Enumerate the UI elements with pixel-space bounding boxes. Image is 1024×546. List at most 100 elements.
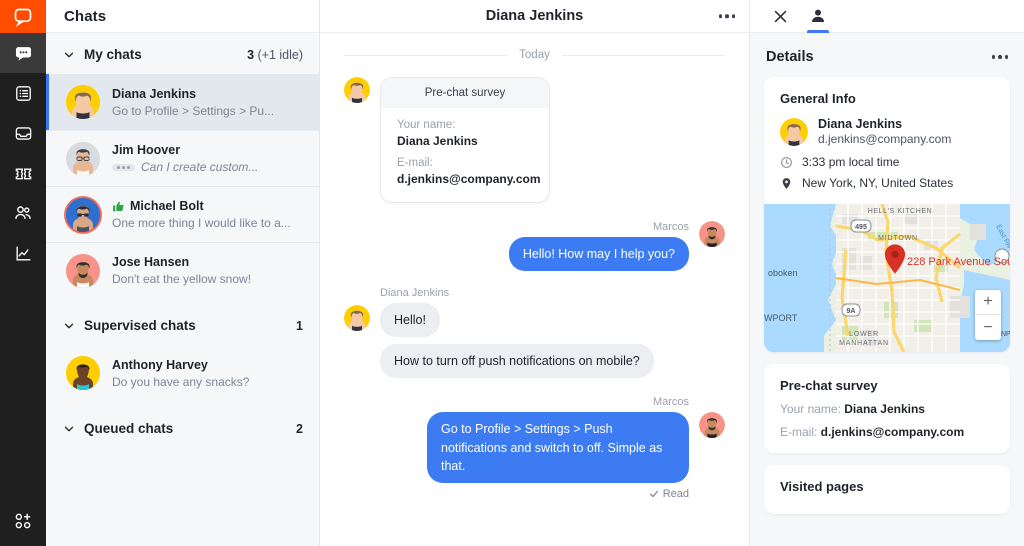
message-group-agent-2: Marcos Go to Profile > Settings > Push n… <box>344 396 725 499</box>
list-icon <box>14 84 33 103</box>
group-count-suffix: (+1 idle) <box>254 48 303 62</box>
rail-item-team[interactable] <box>0 193 46 233</box>
chat-list-item-jose-hansen[interactable]: Jose Hansen Don't eat the yellow snow! <box>46 242 319 298</box>
map-zoom-in-button[interactable]: + <box>975 290 1001 315</box>
conversation-panel: Diana Jenkins Today Pre-chat survey Your… <box>320 0 750 546</box>
message-stack: Marcos Hello! How may I help you? <box>509 221 689 271</box>
tab-customer-details[interactable] <box>802 0 834 33</box>
avatar <box>344 305 370 331</box>
rail-item-chats[interactable] <box>0 33 46 73</box>
map-zoom-out-button[interactable]: − <box>975 315 1001 340</box>
chat-list-item-jim-hoover[interactable]: Jim Hoover Can I create custom... <box>46 130 319 186</box>
map-graphic: 495 9A HELL'S KITCHEN MIDTOWN oboken WPO… <box>764 204 1010 352</box>
status-badge: Read <box>427 488 689 500</box>
chat-item-snippet: Do you have any snacks? <box>112 375 305 389</box>
pre-chat-survey-body: Pre-chat survey Your name: Diana Jenkins… <box>764 364 1010 453</box>
livechat-logo-icon[interactable] <box>0 0 46 33</box>
more-horizontal-icon[interactable] <box>992 55 1009 59</box>
avatar <box>780 118 808 146</box>
general-info-body: General Info Diana Jenkins d.jenkins@com… <box>764 77 1010 204</box>
avatar <box>66 356 100 390</box>
avatar <box>66 85 100 119</box>
conversation-header: Diana Jenkins <box>320 0 749 33</box>
svg-text:NP: NP <box>1001 331 1010 338</box>
svg-text:HELL'S KITCHEN: HELL'S KITCHEN <box>868 208 933 215</box>
group-label: Queued chats <box>84 421 296 436</box>
rail-item-apps[interactable] <box>0 496 46 546</box>
rail-spacer <box>0 273 46 496</box>
message-group-survey: Pre-chat survey Your name: Diana Jenkins… <box>344 77 725 203</box>
survey-line-value: Diana Jenkins <box>844 402 925 416</box>
chat-bubble-icon <box>14 44 33 63</box>
general-info-card: General Info Diana Jenkins d.jenkins@com… <box>764 77 1010 352</box>
message-list[interactable]: Today Pre-chat survey Your name: Diana J… <box>320 33 749 546</box>
chat-item-snippet: Can I create custom... <box>141 160 258 174</box>
group-header-queued-chats[interactable]: Queued chats 2 <box>46 401 319 448</box>
chevron-down-icon <box>62 422 76 436</box>
chat-item-name: Jim Hoover <box>112 143 305 157</box>
survey-card-body: Your name: Diana Jenkins E-mail: d.jenki… <box>381 108 549 202</box>
group-count: 1 <box>296 319 303 333</box>
status-label: Read <box>663 488 689 500</box>
message-bubble[interactable]: How to turn off push notifications on mo… <box>380 344 654 378</box>
day-label: Today <box>519 49 550 61</box>
message-sender: Marcos <box>427 396 689 408</box>
survey-field-value: d.jenkins@company.com <box>397 172 533 186</box>
thumbs-up-icon <box>112 200 125 213</box>
inbox-icon <box>14 124 33 143</box>
chat-item-snippet-wrap: Can I create custom... <box>112 160 305 174</box>
message-sender: Marcos <box>509 221 689 233</box>
ticket-icon <box>14 164 33 183</box>
close-icon[interactable] <box>764 0 796 33</box>
location-map[interactable]: 495 9A HELL'S KITCHEN MIDTOWN oboken WPO… <box>764 204 1010 352</box>
message-bubble[interactable]: Hello! <box>380 303 440 337</box>
group-header-supervised-chats[interactable]: Supervised chats 1 <box>46 298 319 345</box>
more-horizontal-icon[interactable] <box>719 14 736 18</box>
map-pin-icon <box>780 177 793 190</box>
chevron-down-icon <box>62 319 76 333</box>
message-bubble[interactable]: Hello! How may I help you? <box>509 237 689 271</box>
chat-list-item-michael-bolt[interactable]: Michael Bolt One more thing I would like… <box>46 186 319 242</box>
survey-line-value: d.jenkins@company.com <box>821 425 965 439</box>
group-header-my-chats[interactable]: My chats 3 (+1 idle) <box>46 33 319 74</box>
conversation-title: Diana Jenkins <box>486 8 584 24</box>
avatar <box>344 77 370 103</box>
rail-item-reports[interactable] <box>0 233 46 273</box>
chevron-down-icon <box>62 48 76 62</box>
pre-chat-survey-card: Pre-chat survey Your name: Diana Jenkins… <box>380 77 550 203</box>
chat-item-name: Diana Jenkins <box>112 87 305 101</box>
chat-item-meta: Diana Jenkins Go to Profile > Settings >… <box>112 87 305 118</box>
page-title: Chats <box>64 8 106 25</box>
chat-item-meta: Jim Hoover Can I create custom... <box>112 143 305 174</box>
avatar <box>66 198 100 232</box>
group-count-value: 2 <box>296 422 303 436</box>
rail-item-inbox[interactable] <box>0 113 46 153</box>
team-icon <box>13 203 33 223</box>
details-tabbar <box>750 0 1024 33</box>
svg-text:LOWER: LOWER <box>849 331 879 338</box>
rail-item-archives[interactable] <box>0 73 46 113</box>
message-sender: Diana Jenkins <box>380 287 654 299</box>
apps-add-icon <box>13 511 33 531</box>
sidebar-scroll-area[interactable]: My chats 3 (+1 idle) Diana Jenkins Go to… <box>46 33 319 546</box>
svg-text:MIDTOWN: MIDTOWN <box>878 235 918 242</box>
survey-field-label: E-mail: <box>397 157 533 169</box>
avatar <box>699 412 725 438</box>
rail-item-tickets[interactable] <box>0 153 46 193</box>
chat-list-item-diana-jenkins[interactable]: Diana Jenkins Go to Profile > Settings >… <box>46 74 319 130</box>
customer-email: d.jenkins@company.com <box>818 132 951 146</box>
map-zoom-controls[interactable]: + − <box>975 290 1001 340</box>
message-stack: Diana Jenkins Hello! How to turn off pus… <box>380 287 654 378</box>
message-bubble[interactable]: Go to Profile > Settings > Push notifica… <box>427 412 689 482</box>
survey-field-label: Your name: <box>397 119 533 131</box>
survey-line: Your name: Diana Jenkins <box>780 402 994 416</box>
avatar <box>66 254 100 288</box>
card-title: Pre-chat survey <box>780 378 994 393</box>
card-title: General Info <box>780 91 994 106</box>
chat-list-item-anthony-harvey[interactable]: Anthony Harvey Do you have any snacks? <box>46 345 319 401</box>
survey-line-label: Your name: <box>780 402 844 416</box>
svg-text:oboken: oboken <box>768 268 798 278</box>
survey-line: E-mail: d.jenkins@company.com <box>780 425 994 439</box>
location-label: New York, NY, United States <box>802 176 953 190</box>
person-icon <box>809 7 827 25</box>
